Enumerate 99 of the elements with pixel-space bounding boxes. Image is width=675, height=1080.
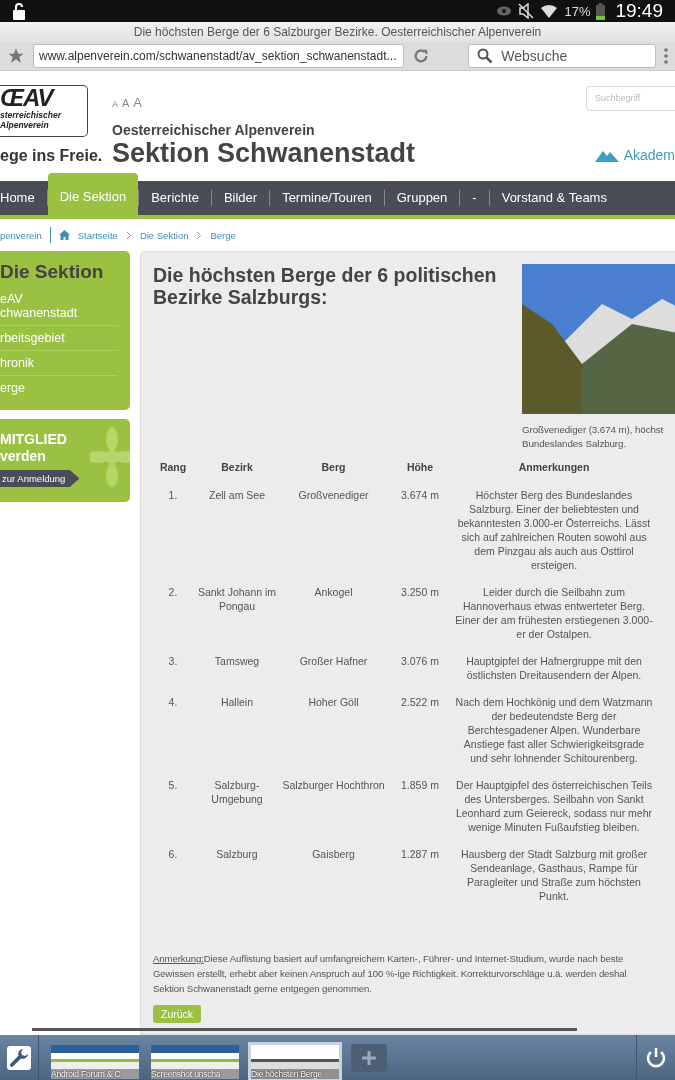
table-cell-text: 3. bbox=[167, 654, 179, 669]
power-icon bbox=[645, 1046, 667, 1069]
star-icon[interactable] bbox=[7, 47, 25, 65]
back-button[interactable]: Zurück bbox=[153, 1005, 202, 1023]
table-cell-text: Tamsweg bbox=[213, 654, 261, 669]
promo-text: verden bbox=[0, 448, 47, 465]
nav-tab[interactable]: Termine/Touren bbox=[270, 181, 384, 215]
breadcrumb-link[interactable]: penverein bbox=[0, 229, 42, 241]
column-header: Bezirk bbox=[220, 460, 254, 474]
academy-link[interactable]: Akadem bbox=[623, 147, 675, 163]
column-header: Anmerkungen bbox=[517, 460, 591, 474]
wrench-icon bbox=[7, 1045, 31, 1070]
table-cell-text: Salzburg-Umgebung bbox=[210, 778, 264, 807]
tab-thumbnail[interactable]: Android Forum & C bbox=[51, 1044, 139, 1079]
membership-banner[interactable]: MITGLIED verden zur Anmeldung bbox=[0, 419, 130, 502]
table-cell-text: 4. bbox=[167, 695, 179, 710]
column-header: Berg bbox=[320, 460, 347, 474]
battery-icon bbox=[596, 2, 606, 20]
table-cell: Der Hauptgipfel des österreichischen Teils des Untersberges. Seilbahn von Sankt Leonhard zum Geiereck, sodass nur mehr wenige Minuten Fußaufstieg bleiben. bbox=[454, 778, 654, 834]
table-cell-text: 3.674 m bbox=[400, 488, 440, 503]
mute-icon bbox=[518, 3, 535, 19]
browser-title: Die höchsten Berge der 6 Salzburger Bezirke. Oesterreichischer Alpenverein bbox=[0, 22, 675, 42]
table-cell-text: Salzburger Hochthron bbox=[281, 778, 386, 793]
logo[interactable]: ŒAV sterreichischer Alpenverein bbox=[0, 85, 88, 137]
nav-tab[interactable]: Home bbox=[0, 181, 47, 215]
note-text: Gewissen erstellt, erhebt aber keinen Anspruch auf 100 %-ige Richtigkeit. Korrekturvorschläge u.ä. werden deshal bbox=[153, 967, 628, 981]
photo-caption: Großvenediger (3.674 m), höchst bbox=[522, 423, 665, 437]
table-cell-text: Großer Hafner bbox=[298, 654, 369, 669]
column-header: Höhe bbox=[405, 460, 435, 474]
plus-icon bbox=[362, 1050, 376, 1065]
edelweiss-icon bbox=[90, 427, 130, 487]
font-size-link[interactable]: A bbox=[133, 95, 143, 110]
table-cell-text: Zell am See bbox=[208, 488, 266, 503]
table-cell: Nach dem Hochkönig und dem Watzmann der bedeutendste Berg der Berchtesgadener Alpen. Wunderbare Anstiege fast aller Schwierigkeitsgrade und sehr lohnender Schitourenberg. bbox=[454, 695, 654, 765]
sidebar-item[interactable]: erge bbox=[0, 376, 118, 400]
signup-button[interactable]: zur Anmeldung bbox=[0, 470, 80, 487]
table-cell-text: Gaisberg bbox=[311, 847, 356, 862]
table-cell-text: Sankt Johann im Pongau bbox=[197, 585, 277, 614]
page-heading: Die höchsten Berge der 6 politischen Bezirke Salzburgs: bbox=[153, 264, 498, 310]
url-field[interactable]: www.alpenverein.com/schwanenstadt/av_sektion_schwanenstadt... bbox=[32, 44, 405, 68]
table-cell-text: Höchster Berg des Bundeslandes Salzburg. Einer der beliebtesten und bekanntesten 3.000-er Österreichs. Lässt sich auf zahlreichen Routen sowohl aus dem Pinzgau als auch aus Osttirol ersteigen. bbox=[456, 488, 652, 572]
nav-tab[interactable]: - bbox=[460, 181, 489, 215]
battery-percent: 17% bbox=[564, 3, 591, 19]
table-cell-text: Hauptgipfel der Hafnergruppe mit den östlichsten Dreitausendern der Alpen. bbox=[465, 654, 643, 682]
table-cell-text: 1.859 m bbox=[400, 778, 440, 793]
home-icon[interactable] bbox=[58, 230, 70, 240]
sidebar-item[interactable]: rbeitsgebiet bbox=[0, 326, 118, 351]
sidebar-item[interactable]: eAV chwanenstadt bbox=[0, 287, 118, 326]
logo-text: sterreichischer bbox=[0, 110, 63, 120]
search-field[interactable]: Suchbegriff bbox=[586, 86, 675, 111]
breadcrumb-link[interactable]: Berge bbox=[210, 229, 236, 241]
breadcrumb-link[interactable]: Startseite bbox=[77, 229, 118, 241]
breadcrumb-link[interactable]: Die Sektion bbox=[139, 229, 189, 241]
table-cell-text: 2.522 m bbox=[400, 695, 440, 710]
photo-caption: Bundeslandes Salzburg. bbox=[522, 437, 627, 451]
font-size-link[interactable]: A bbox=[112, 99, 118, 109]
tab-thumbnail[interactable]: Screenshot unscha bbox=[151, 1044, 239, 1079]
table-cell-text: 2. bbox=[167, 585, 179, 600]
chevron-icon bbox=[196, 230, 203, 240]
clock: 19:49 bbox=[615, 0, 663, 22]
slogan: ege ins Freie. bbox=[0, 147, 104, 165]
chevron-icon bbox=[125, 230, 132, 240]
eye-icon bbox=[496, 5, 513, 17]
table-cell-text: Hoher Göll bbox=[307, 695, 360, 710]
table-cell-text: 5. bbox=[167, 778, 179, 793]
site-title: Sektion Schwanenstadt bbox=[112, 138, 417, 169]
table-cell-text: Salzburg bbox=[215, 847, 259, 862]
nav-tab[interactable]: Bilder bbox=[211, 181, 270, 215]
nav-tab[interactable]: Gruppen bbox=[384, 181, 460, 215]
table-cell-text: Hausberg der Stadt Salzburg mit großer Sendeanlage, Gasthaus, Rampe für Paragleiter und Straße zum höchsten Punkt. bbox=[459, 847, 649, 903]
search-icon bbox=[477, 48, 494, 64]
table-cell-text: 1. bbox=[167, 488, 179, 503]
table-cell-text: Großvenediger bbox=[297, 488, 370, 503]
tab-thumbnail[interactable]: Die höchsten Berge bbox=[251, 1044, 339, 1079]
lock-icon bbox=[12, 2, 26, 20]
sidebar-item[interactable]: hronik bbox=[0, 351, 118, 376]
table-cell-text: Hallein bbox=[219, 695, 255, 710]
menu-icon[interactable] bbox=[664, 48, 668, 64]
organization-name: Oesterreichischer Alpenverein bbox=[112, 122, 316, 138]
table-cell-text: 3.076 m bbox=[400, 654, 440, 669]
sidebar-title: Die Sektion bbox=[0, 261, 105, 283]
table-cell: Leider durch die Seilbahn zum Hannoverhaus etwas entwerteter Berg. Einer der am frühesten erstiegenen 3.000-er der Ostalpen. bbox=[454, 585, 654, 641]
new-tab-button[interactable] bbox=[351, 1043, 387, 1072]
nav-tab[interactable]: Die Sektion bbox=[47, 173, 139, 215]
column-header: Rang bbox=[158, 460, 188, 474]
note-text: Anmerkung:Diese Auflistung basiert auf umfangreichem Karten-, Führer- und Internet-Studium, wurde nach beste bbox=[153, 952, 625, 966]
logo-text: Alpenverein bbox=[0, 120, 50, 130]
table-cell-text: 6. bbox=[167, 847, 179, 862]
table-cell-text: 1.287 m bbox=[400, 847, 440, 862]
table-cell-text: 3.250 m bbox=[400, 585, 440, 600]
nav-tab[interactable]: Vorstand & Teams bbox=[489, 181, 619, 215]
nav-tab[interactable]: Berichte bbox=[139, 181, 211, 215]
wifi-icon bbox=[540, 3, 559, 19]
table-cell-text: Ankogel bbox=[313, 585, 354, 600]
font-size-link[interactable]: A bbox=[122, 97, 130, 109]
search-field[interactable]: Websuche bbox=[468, 44, 656, 68]
note-text: Sektion Schwanenstadt gerne entgegen genommen. bbox=[153, 982, 373, 996]
promo-text: MITGLIED bbox=[0, 431, 68, 448]
logo-mark: ŒAV bbox=[0, 86, 56, 110]
